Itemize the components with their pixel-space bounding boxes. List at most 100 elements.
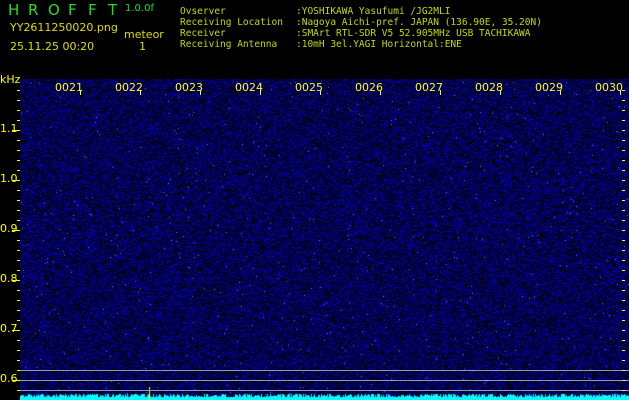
y-tick-right bbox=[622, 230, 625, 231]
y-tick bbox=[17, 100, 20, 101]
meteor-count: 1 bbox=[139, 40, 146, 53]
y-tick-right bbox=[622, 370, 625, 371]
y-tick bbox=[17, 320, 20, 321]
y-tick bbox=[17, 370, 20, 371]
spectrogram bbox=[20, 79, 629, 400]
grid-line bbox=[20, 390, 629, 391]
y-tick-right bbox=[622, 290, 625, 291]
y-tick-right bbox=[622, 130, 625, 131]
y-unit-label: kHz bbox=[0, 73, 21, 86]
y-tick-right bbox=[622, 210, 625, 211]
time-label: 0026 bbox=[355, 81, 383, 94]
info-key: Receiver bbox=[180, 28, 226, 39]
y-tick bbox=[17, 160, 20, 161]
time-label: 0030 bbox=[595, 81, 623, 94]
y-tick-right bbox=[622, 270, 625, 271]
grid-line bbox=[20, 380, 629, 381]
y-tick bbox=[17, 300, 20, 301]
y-tick-right bbox=[622, 340, 625, 341]
version-label: 1.0.0f bbox=[125, 3, 154, 14]
y-tick-right bbox=[622, 110, 625, 111]
time-label: 0022 bbox=[115, 81, 143, 94]
y-tick-right bbox=[622, 100, 625, 101]
info-location: Receiving Location :Nagoya Aichi-pref. JA… bbox=[180, 17, 542, 28]
info-value: :YOSHIKAWA Yasufumi /JG2MLI bbox=[296, 6, 451, 17]
title-letter: H bbox=[8, 1, 20, 19]
y-tick bbox=[17, 170, 20, 171]
y-tick bbox=[17, 110, 20, 111]
y-tick bbox=[17, 240, 20, 241]
datetime-label: 25.11.25 00:20 bbox=[10, 40, 95, 53]
time-tick bbox=[260, 90, 261, 95]
app-title: HROFFT bbox=[8, 1, 128, 19]
y-tick bbox=[17, 220, 20, 221]
y-tick-right bbox=[622, 200, 625, 201]
y-tick-label: 0.9 bbox=[0, 222, 18, 235]
y-tick-label: 0.8 bbox=[0, 272, 18, 285]
y-tick bbox=[17, 290, 20, 291]
time-label: 0024 bbox=[235, 81, 263, 94]
y-tick-right bbox=[622, 280, 625, 281]
info-value: :Nagoya Aichi-pref. JAPAN (136.90E, 35.2… bbox=[296, 17, 542, 28]
info-observer: Ovserver :YOSHIKAWA Yasufumi /JG2MLI bbox=[180, 6, 450, 17]
y-tick-right bbox=[622, 260, 625, 261]
y-tick-right bbox=[622, 190, 625, 191]
time-tick bbox=[440, 90, 441, 95]
y-tick-right bbox=[622, 220, 625, 221]
y-tick-right bbox=[622, 160, 625, 161]
time-label: 0023 bbox=[175, 81, 203, 94]
y-tick-right bbox=[622, 300, 625, 301]
y-tick-right bbox=[622, 360, 625, 361]
title-letter: O bbox=[48, 1, 60, 19]
y-tick-right bbox=[622, 350, 625, 351]
time-tick bbox=[620, 90, 621, 95]
y-tick bbox=[17, 150, 20, 151]
y-tick-right bbox=[622, 240, 625, 241]
info-key: Receiving Location bbox=[180, 17, 283, 28]
y-tick-right bbox=[622, 310, 625, 311]
y-tick-right bbox=[622, 390, 625, 391]
time-label: 0028 bbox=[475, 81, 503, 94]
y-tick-right bbox=[622, 330, 625, 331]
y-tick bbox=[17, 260, 20, 261]
y-tick bbox=[17, 360, 20, 361]
y-tick-right bbox=[622, 250, 625, 251]
y-tick-right bbox=[622, 170, 625, 171]
info-antenna: Receiving Antenna :10mH 3el.YAGI Horizont… bbox=[180, 39, 462, 50]
y-tick bbox=[17, 390, 20, 391]
info-key: Receiving Antenna bbox=[180, 39, 278, 50]
y-tick-right bbox=[622, 320, 625, 321]
y-tick-right bbox=[622, 120, 625, 121]
time-tick bbox=[140, 90, 141, 95]
time-label: 0029 bbox=[535, 81, 563, 94]
info-value: :10mH 3el.YAGI Horizontal:ENE bbox=[296, 39, 462, 50]
time-tick bbox=[200, 90, 201, 95]
y-tick-label: 1.0 bbox=[0, 172, 18, 185]
y-tick bbox=[17, 90, 20, 91]
y-tick bbox=[17, 350, 20, 351]
time-tick bbox=[80, 90, 81, 95]
y-tick-label: 1.1 bbox=[0, 122, 18, 135]
y-tick bbox=[17, 140, 20, 141]
filename-label: YY2611250020.png bbox=[10, 21, 118, 34]
time-tick bbox=[320, 90, 321, 95]
y-tick bbox=[17, 340, 20, 341]
info-value: :SMArt RTL-SDR V5 52.905MHz USB TACHIKAW… bbox=[296, 28, 531, 39]
title-letter: F bbox=[68, 1, 77, 19]
y-tick bbox=[17, 210, 20, 211]
title-letter: R bbox=[28, 1, 39, 19]
grid-line bbox=[20, 370, 629, 371]
info-key: Ovserver bbox=[180, 6, 226, 17]
title-letter: F bbox=[88, 1, 97, 19]
info-receiver: Receiver :SMArt RTL-SDR V5 52.905MHz USB … bbox=[180, 28, 531, 39]
y-tick bbox=[17, 270, 20, 271]
y-tick-label: 0.7 bbox=[0, 322, 18, 335]
time-label: 0025 bbox=[295, 81, 323, 94]
y-tick-right bbox=[622, 380, 625, 381]
time-label: 0021 bbox=[55, 81, 83, 94]
y-tick bbox=[17, 200, 20, 201]
time-tick bbox=[500, 90, 501, 95]
time-tick bbox=[560, 90, 561, 95]
y-tick bbox=[17, 190, 20, 191]
y-tick-right bbox=[622, 140, 625, 141]
